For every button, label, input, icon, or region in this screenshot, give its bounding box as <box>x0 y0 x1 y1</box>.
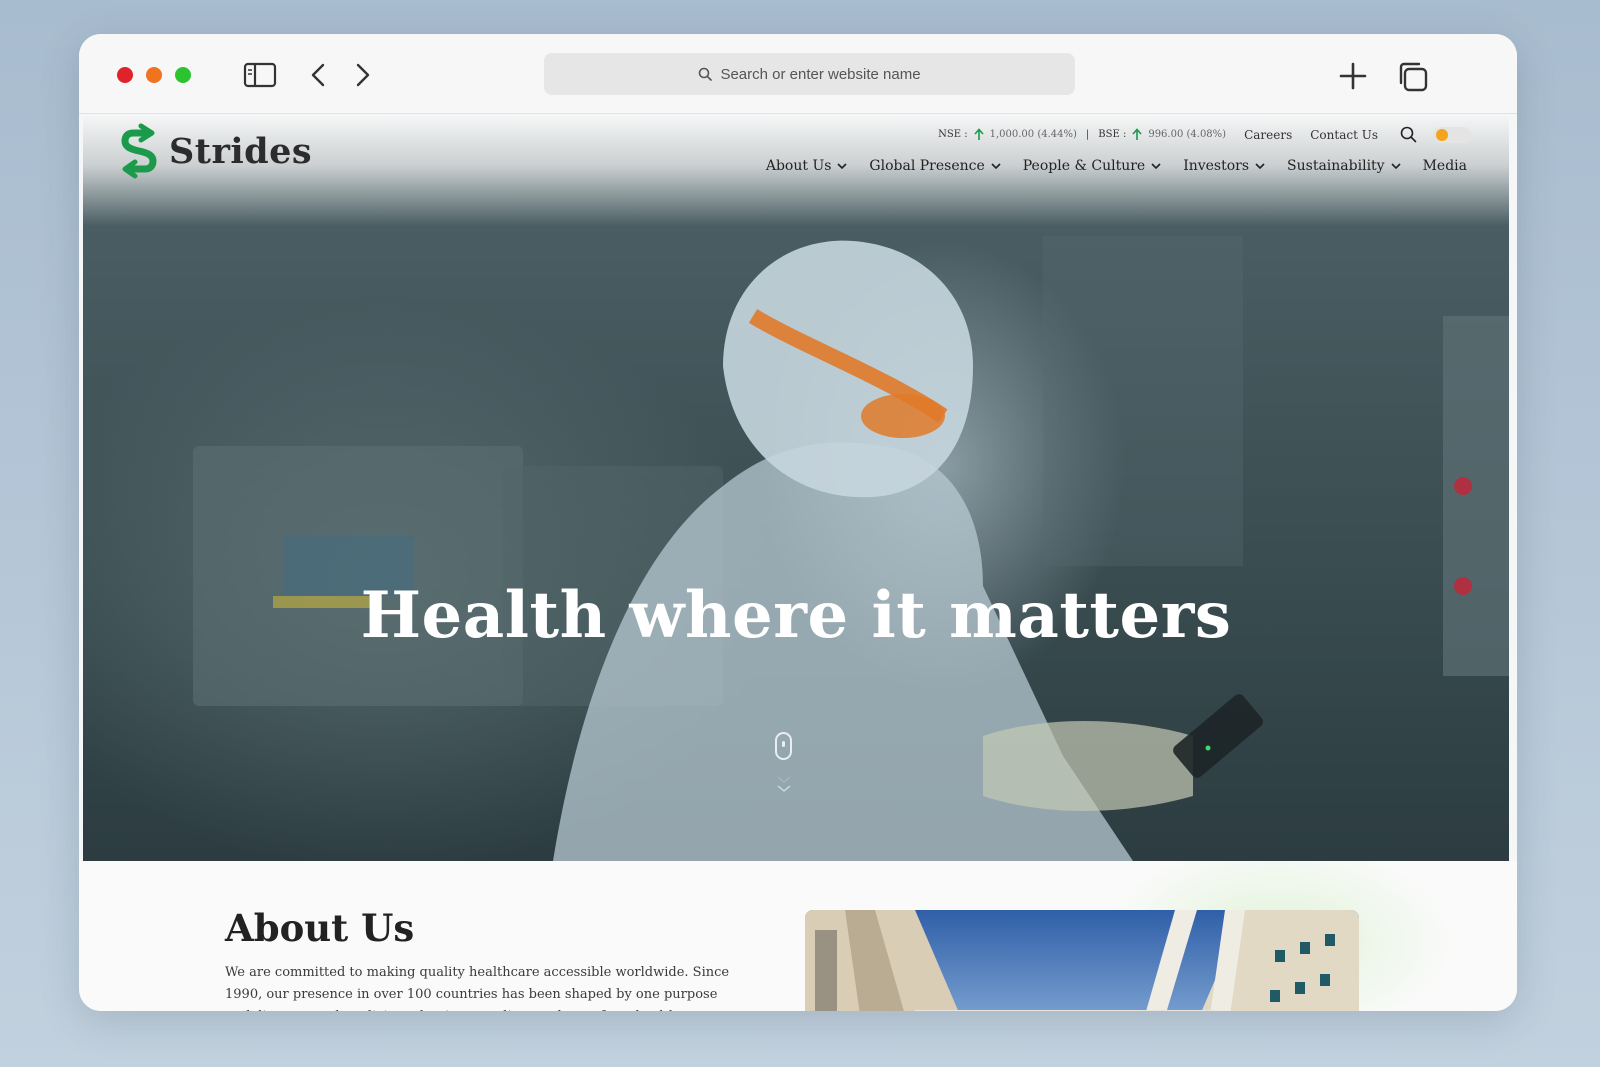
bse-label: BSE : <box>1098 129 1127 140</box>
chevron-down-icon <box>1151 162 1161 169</box>
scroll-mouse-icon[interactable] <box>775 732 792 760</box>
sidebar-icon[interactable] <box>243 62 277 88</box>
zoom-window-button[interactable] <box>175 67 191 83</box>
nav-label: Media <box>1422 158 1467 174</box>
nav-label: Investors <box>1183 158 1250 174</box>
main-navigation: About Us Global Presence People & Cultur… <box>766 158 1467 174</box>
utility-bar: NSE : 1,000.00 (4.44%) | BSE : 996.00 (4… <box>938 126 1471 143</box>
nav-item-media[interactable]: Media <box>1423 158 1467 174</box>
nse-value: 1,000.00 (4.44%) <box>989 129 1077 140</box>
strides-s-logo-icon <box>121 123 157 179</box>
chevron-down-icon <box>991 162 1001 169</box>
browser-window: Search or enter website name Strides NSE… <box>79 34 1517 1011</box>
forward-chevron-icon[interactable] <box>354 62 372 88</box>
nse-label: NSE : <box>938 129 968 140</box>
address-placeholder: Search or enter website name <box>720 65 921 83</box>
back-chevron-icon[interactable] <box>309 62 327 88</box>
bse-value: 996.00 (4.08%) <box>1148 129 1227 140</box>
nav-item-about-us[interactable]: About Us <box>766 158 848 174</box>
nse-up-arrow-icon <box>974 128 984 140</box>
chevron-down-icon <box>837 162 847 169</box>
nav-label: People & Culture <box>1022 158 1146 174</box>
about-section: About Us We are committed to making qual… <box>79 861 1517 1011</box>
browser-toolbar: Search or enter website name <box>79 34 1517 114</box>
nav-label: Sustainability <box>1287 158 1385 174</box>
new-tab-plus-icon[interactable] <box>1338 61 1368 91</box>
about-description: We are committed to making quality healt… <box>225 965 730 1011</box>
about-title: About Us <box>225 906 415 950</box>
careers-link[interactable]: Careers <box>1244 128 1292 142</box>
search-icon <box>699 67 713 81</box>
building-photo <box>805 910 1359 1011</box>
tabs-overview-icon[interactable] <box>1397 61 1429 93</box>
bse-up-arrow-icon <box>1132 128 1142 140</box>
address-bar[interactable]: Search or enter website name <box>544 53 1075 95</box>
strides-logo[interactable]: Strides <box>119 123 312 179</box>
nav-label: About Us <box>765 158 832 174</box>
theme-toggle[interactable] <box>1433 126 1471 143</box>
about-building-image <box>805 910 1359 1011</box>
brand-name: Strides <box>169 130 313 172</box>
hero-section: Strides NSE : 1,000.00 (4.44%) | BSE : 9… <box>83 116 1509 861</box>
hero-headline: Health where it matters <box>360 578 1232 653</box>
nav-label: Global Presence <box>869 158 985 174</box>
stock-divider: | <box>1085 129 1090 140</box>
chevron-down-icon <box>1255 162 1265 169</box>
nav-item-investors[interactable]: Investors <box>1183 158 1265 174</box>
nav-item-sustainability[interactable]: Sustainability <box>1287 158 1401 174</box>
minimize-window-button[interactable] <box>146 67 162 83</box>
contact-us-link[interactable]: Contact Us <box>1310 128 1378 142</box>
nav-item-global-presence[interactable]: Global Presence <box>869 158 1001 174</box>
toggle-knob <box>1436 128 1448 141</box>
scroll-down-chevron-icon[interactable] <box>776 774 792 796</box>
site-search-icon[interactable] <box>1400 126 1417 143</box>
chevron-down-icon <box>1391 162 1401 169</box>
nav-item-people-culture[interactable]: People & Culture <box>1023 158 1161 174</box>
close-window-button[interactable] <box>117 67 133 83</box>
hero-background-image <box>193 236 1509 861</box>
